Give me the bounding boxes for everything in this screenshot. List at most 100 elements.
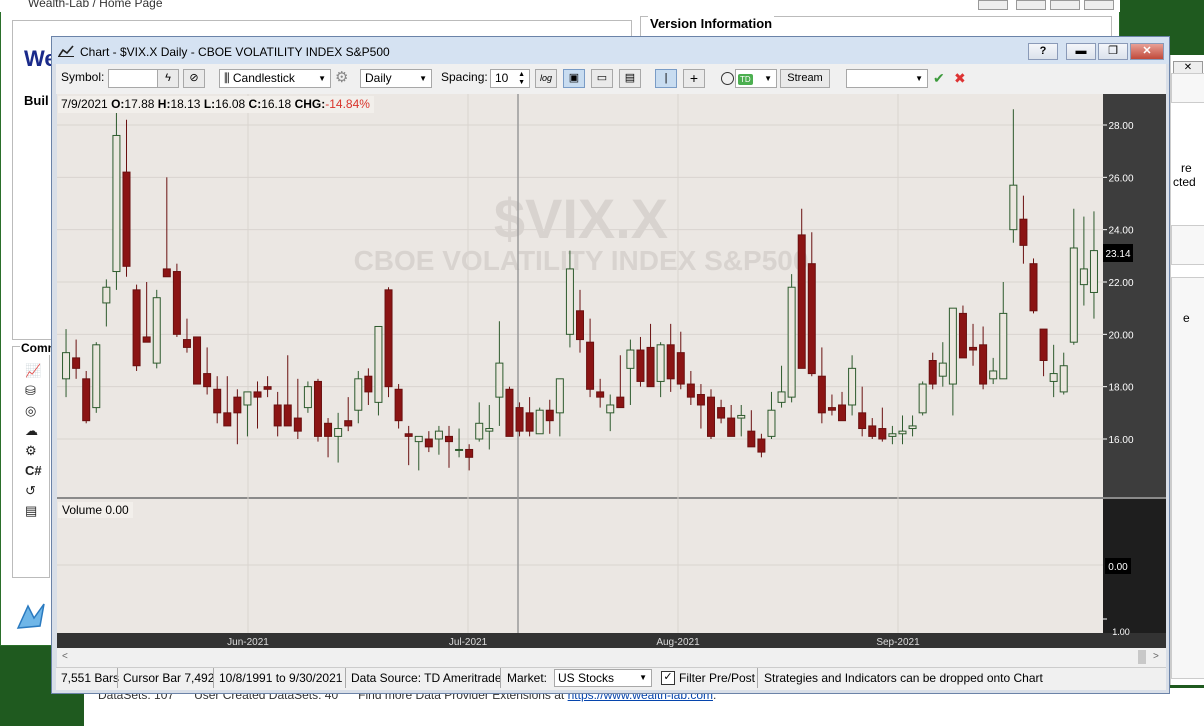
price-axis-label: 22.00 <box>1108 278 1133 289</box>
candle <box>253 381 262 429</box>
candle-body <box>696 394 705 406</box>
candle <box>465 444 474 471</box>
symbol-input[interactable] <box>108 69 158 88</box>
market-value: US Stocks <box>558 671 615 685</box>
link-icon[interactable]: ⊘ <box>183 69 205 88</box>
open-label: O: <box>111 97 125 111</box>
candle <box>505 386 514 437</box>
candle-body <box>213 388 222 414</box>
candle-body <box>505 388 514 437</box>
candle-body <box>1049 373 1058 382</box>
candle <box>92 342 101 413</box>
candle <box>596 378 605 408</box>
candle-body <box>515 407 524 432</box>
candle <box>807 232 816 377</box>
date-axis-label: Aug-2021 <box>656 637 700 648</box>
home-minimize-button[interactable] <box>1016 0 1046 10</box>
radio-icon[interactable] <box>721 72 734 85</box>
candle-body <box>928 360 937 385</box>
check-icon[interactable]: ✔ <box>933 71 945 85</box>
candle <box>404 425 413 466</box>
candle-body <box>485 428 494 432</box>
candle-body <box>979 344 988 385</box>
stream-button[interactable]: Stream <box>780 69 830 88</box>
candle <box>273 391 282 437</box>
volume-axis-value: 0.00 <box>1108 562 1128 573</box>
candle-body <box>384 289 393 388</box>
cancel-icon[interactable]: ✖ <box>954 71 966 85</box>
camera-icon[interactable]: ▣ <box>563 69 585 88</box>
candle-body <box>293 417 302 432</box>
candle-body <box>545 409 554 422</box>
home-help-button[interactable] <box>978 0 1008 10</box>
chart-icon[interactable]: 📈 <box>25 364 41 378</box>
database-icon[interactable]: ⛁ <box>25 384 41 398</box>
candle-body <box>868 425 877 437</box>
candle-body <box>676 352 685 385</box>
candle <box>112 111 121 290</box>
candle-body <box>918 383 927 414</box>
candle <box>888 425 897 445</box>
network-icon[interactable]: ⚙ <box>25 444 41 458</box>
chart-maximize-button[interactable]: ❐ <box>1098 43 1128 60</box>
provider-select[interactable]: TD ▼ <box>735 69 777 88</box>
brain-icon[interactable]: ☁ <box>25 424 41 438</box>
candle-body <box>898 430 907 435</box>
cursor-bar: Cursor Bar 7,492 <box>123 671 215 685</box>
candle-body <box>596 391 605 398</box>
candle-body <box>233 396 242 414</box>
candle <box>555 378 564 437</box>
vertical-line-icon[interactable]: | <box>655 69 677 88</box>
lightning-icon[interactable]: ϟ <box>157 69 179 88</box>
horizontal-scrollbar[interactable]: < > <box>57 648 1166 667</box>
candle <box>1089 211 1098 319</box>
candle-body <box>374 325 383 403</box>
stepper-arrows-icon[interactable]: ▲ ▼ <box>518 71 525 87</box>
candle-body <box>72 357 81 369</box>
spacing-stepper[interactable]: 10 ▲ ▼ <box>490 69 530 88</box>
filter-checkbox[interactable]: ✓ <box>661 671 675 685</box>
candle <box>455 428 464 458</box>
date-axis-label: Jul-2021 <box>449 637 488 648</box>
td-logo-icon: TD <box>738 74 753 85</box>
document-icon[interactable]: ▤ <box>25 504 41 518</box>
candle-body <box>394 388 403 422</box>
chart-style-select[interactable]: ⫼ Candlestick ▼ <box>219 69 331 88</box>
chart-minimize-button[interactable]: ▬ <box>1066 43 1096 60</box>
home-maximize-button[interactable] <box>1050 0 1080 10</box>
chart-help-button[interactable]: ? <box>1028 43 1058 60</box>
home-close-button[interactable] <box>1084 0 1114 10</box>
csharp-icon[interactable]: C# <box>25 464 42 478</box>
candle <box>1029 258 1038 314</box>
candle <box>696 384 705 429</box>
volume-label: Volume 0.00 <box>58 502 133 518</box>
candle <box>989 357 998 385</box>
home-title-bar: Wealth-Lab / Home Page <box>0 0 1120 12</box>
gear-icon[interactable]: ⚙ <box>335 70 348 86</box>
chart-close-button[interactable]: ✕ <box>1130 43 1164 60</box>
candle-body <box>344 420 353 427</box>
undo-icon[interactable]: ↺ <box>25 484 41 498</box>
candle <box>203 347 212 395</box>
scrollbar-thumb[interactable] <box>1138 650 1146 664</box>
log-scale-button[interactable]: log <box>535 69 557 88</box>
candle <box>82 370 91 424</box>
candle-body <box>787 286 796 398</box>
candle-body <box>243 391 252 406</box>
status-divider <box>500 668 501 688</box>
candle <box>374 325 383 416</box>
globe-icon[interactable]: ◎ <box>25 404 41 418</box>
pane-layout-icon[interactable]: ▤ <box>619 69 641 88</box>
scroll-left-icon[interactable]: < <box>62 651 68 662</box>
market-select[interactable]: US Stocks ▼ <box>554 669 652 687</box>
scroll-right-icon[interactable]: > <box>1153 651 1159 662</box>
chevron-down-icon: ▼ <box>764 74 772 83</box>
crosshair-icon[interactable]: + <box>683 69 705 88</box>
candle <box>354 370 363 424</box>
strategy-select[interactable]: ▼ <box>846 69 928 88</box>
candle-body <box>444 435 453 443</box>
candle <box>223 376 232 427</box>
pane-bottom-icon[interactable]: ▭ <box>591 69 613 88</box>
candle <box>717 399 726 424</box>
scale-select[interactable]: Daily ▼ <box>360 69 432 88</box>
